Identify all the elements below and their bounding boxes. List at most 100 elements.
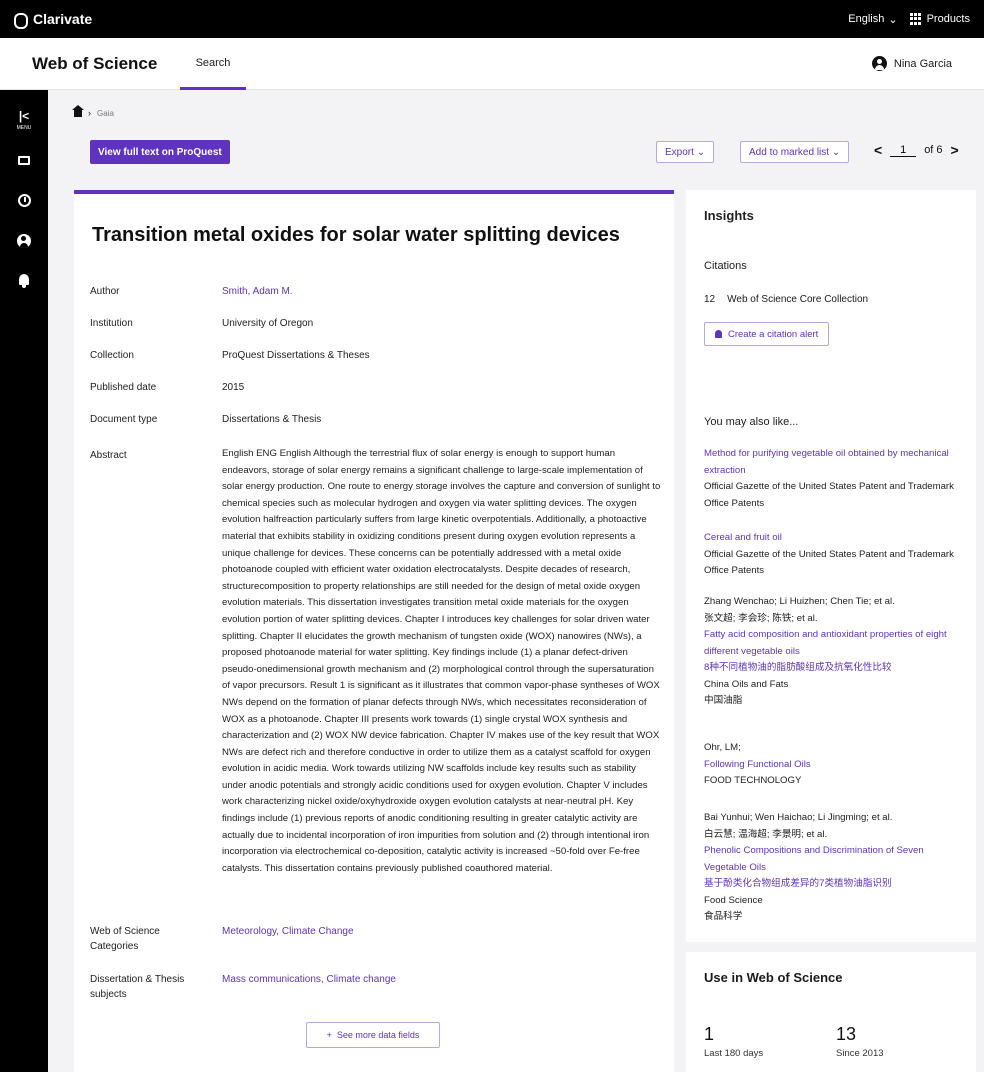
usage-stat-since-2013: 13 Since 2013 bbox=[836, 1024, 884, 1059]
bell-icon bbox=[19, 274, 29, 288]
products-label: Products bbox=[926, 13, 970, 25]
apps-grid-icon bbox=[909, 13, 922, 25]
language-label: English bbox=[848, 13, 885, 25]
recommendation-source-cn: 中国油脂 bbox=[704, 695, 743, 706]
user-name: Nina Garcia bbox=[893, 57, 952, 70]
recommendation-item: Method for purifying vegetable oil obtai… bbox=[704, 446, 966, 512]
recommendation-authors: Bai Yunhui; Wen Haichao; Li Jingming; et… bbox=[704, 812, 893, 823]
history-icon bbox=[17, 194, 31, 207]
rail-history[interactable] bbox=[0, 194, 48, 207]
field-label-thesis-subjects: Dissertation & Thesis subjects bbox=[90, 974, 185, 1000]
app-header: Web of Science Search Nina Garcia bbox=[0, 38, 984, 90]
usage-stat-value: 13 bbox=[836, 1024, 857, 1044]
top-bar: Clarivate English ⌄ Products bbox=[0, 0, 984, 38]
recommendation-authors-cn: 白云慧; 温海超; 李景明; et al. bbox=[704, 828, 828, 840]
you-may-also-like-label: You may also like... bbox=[704, 416, 799, 428]
chevron-down-icon: ⌄ bbox=[888, 13, 898, 26]
recommendation-source: Official Gazette of the United States Pa… bbox=[704, 481, 954, 509]
see-more-fields-label: See more data fields bbox=[336, 1030, 420, 1040]
field-label-abstract: Abstract bbox=[90, 450, 127, 461]
recommendation-source: China Oils and Fats bbox=[704, 678, 789, 690]
recommendation-title-link[interactable]: Cereal and fruit oil bbox=[704, 530, 966, 547]
usage-stat-label: Since 2013 bbox=[836, 1048, 884, 1059]
add-to-marked-list-button[interactable]: Add to marked list ⌄ bbox=[740, 141, 850, 163]
export-label: Export bbox=[665, 146, 694, 158]
nav-tab-search-label: Search bbox=[195, 56, 231, 69]
clarivate-logo-icon bbox=[14, 12, 28, 29]
page-number-input[interactable] bbox=[890, 143, 917, 157]
recommendation-title-cn-link[interactable]: 8种不同植物油的脂肪酸组成及抗氧化性比较 bbox=[704, 660, 966, 677]
record-action-bar: View full text on ProQuest Export ⌄ Add … bbox=[74, 138, 976, 168]
recommendation-title-link[interactable]: Following Functional Oils bbox=[704, 757, 966, 774]
breadcrumb-current[interactable]: Gaia bbox=[97, 109, 114, 118]
collapse-menu-button[interactable]: |< MENU bbox=[0, 110, 48, 134]
add-to-marked-list-label: Add to marked list bbox=[749, 146, 830, 158]
document-type-value: Dissertations & Thesis bbox=[222, 414, 322, 425]
recommendation-title-link[interactable]: Method for purifying vegetable oil obtai… bbox=[704, 446, 966, 479]
user-avatar-icon bbox=[871, 56, 887, 71]
plus-icon: + bbox=[326, 1030, 332, 1040]
institution-value: University of Oregon bbox=[222, 318, 314, 329]
recommendation-item: Ohr, LM; Following Functional Oils FOOD … bbox=[704, 740, 966, 790]
field-label-author: Author bbox=[90, 286, 120, 297]
collapse-icon: |< bbox=[18, 109, 30, 123]
citations-label: Citations bbox=[704, 260, 747, 272]
insights-title: Insights bbox=[704, 208, 754, 223]
previous-record-icon[interactable]: < bbox=[874, 142, 882, 158]
page-total: of 6 bbox=[924, 144, 943, 156]
field-label-institution: Institution bbox=[90, 318, 133, 329]
citation-count: 12 bbox=[704, 294, 716, 305]
recommendation-item: Cereal and fruit oil Official Gazette of… bbox=[704, 530, 966, 580]
products-menu[interactable]: Products bbox=[909, 13, 970, 25]
abstract-text: English ENG English Although the terrest… bbox=[222, 448, 661, 874]
app-title[interactable]: Web of Science bbox=[32, 54, 157, 74]
collection-value: ProQuest Dissertations & Theses bbox=[222, 350, 370, 361]
citation-count-row[interactable]: 12 Web of Science Core Collection bbox=[704, 294, 868, 305]
wos-categories-link[interactable]: Meteorology, Climate Change bbox=[222, 924, 662, 939]
rail-profile[interactable] bbox=[0, 234, 48, 248]
nav-tab-search[interactable]: Search bbox=[180, 38, 246, 90]
recommendation-title-cn-link[interactable]: 基于酚类化合物组成差异的7类植物油脂识别 bbox=[704, 876, 966, 893]
user-menu[interactable]: Nina Garcia bbox=[871, 56, 952, 71]
export-button[interactable]: Export ⌄ bbox=[656, 141, 715, 163]
published-date-value: 2015 bbox=[222, 382, 245, 393]
rail-alerts[interactable] bbox=[0, 274, 48, 288]
recommendation-authors: Zhang Wenchao; Li Huizhen; Chen Tie; et … bbox=[704, 596, 895, 607]
chevron-down-icon: ⌄ bbox=[831, 146, 841, 158]
usage-stat-value: 1 bbox=[704, 1024, 715, 1044]
usage-panel: Use in Web of Science 1 Last 180 days 13… bbox=[686, 952, 976, 1072]
language-selector[interactable]: English ⌄ bbox=[848, 13, 897, 26]
create-citation-alert-button[interactable]: Create a citation alert bbox=[704, 322, 830, 346]
side-rail: |< MENU bbox=[0, 90, 48, 1072]
rail-marked-lists[interactable] bbox=[0, 156, 48, 165]
recommendation-title-link[interactable]: Phenolic Compositions and Discrimination… bbox=[704, 843, 966, 876]
breadcrumb: › Gaia bbox=[72, 104, 114, 118]
recommendation-source: Official Gazette of the United States Pa… bbox=[704, 548, 954, 577]
usage-stat-label: Last 180 days bbox=[704, 1048, 764, 1059]
record-pager: < of 6 > bbox=[874, 142, 959, 158]
citation-source: Web of Science Core Collection bbox=[727, 294, 869, 305]
folder-icon bbox=[18, 156, 30, 165]
field-label-wos-categories: Web of Science Categories bbox=[90, 926, 160, 952]
home-icon[interactable] bbox=[72, 104, 84, 117]
see-more-fields-button[interactable]: + See more data fields bbox=[306, 1022, 440, 1048]
next-record-icon[interactable]: > bbox=[951, 142, 959, 158]
recommendation-item: Bai Yunhui; Wen Haichao; Li Jingming; et… bbox=[704, 810, 966, 926]
recommendation-source-cn: 食品科学 bbox=[704, 911, 743, 922]
create-citation-alert-label: Create a citation alert bbox=[728, 328, 819, 340]
thesis-subjects-link[interactable]: Mass communications, Climate change bbox=[222, 972, 662, 987]
recommendation-authors-cn: 张文超; 李会珍; 陈铁; et al. bbox=[704, 612, 818, 624]
view-full-text-button[interactable]: View full text on ProQuest bbox=[90, 140, 230, 164]
recommendation-title-link[interactable]: Fatty acid composition and antioxidant p… bbox=[704, 627, 966, 660]
insights-panel: Insights Citations 12 Web of Science Cor… bbox=[686, 190, 976, 942]
recommendation-authors: Ohr, LM; bbox=[704, 742, 741, 753]
usage-title: Use in Web of Science bbox=[704, 970, 843, 985]
record-card: Transition metal oxides for solar water … bbox=[74, 190, 674, 1072]
chevron-right-icon: › bbox=[88, 108, 91, 118]
author-link[interactable]: Smith, Adam M. bbox=[222, 284, 662, 299]
user-icon bbox=[17, 234, 31, 248]
recommendation-source: Food Science bbox=[704, 894, 763, 906]
field-label-published-date: Published date bbox=[90, 382, 157, 393]
clarivate-logo[interactable]: Clarivate bbox=[14, 11, 92, 29]
record-title: Transition metal oxides for solar water … bbox=[92, 224, 620, 246]
